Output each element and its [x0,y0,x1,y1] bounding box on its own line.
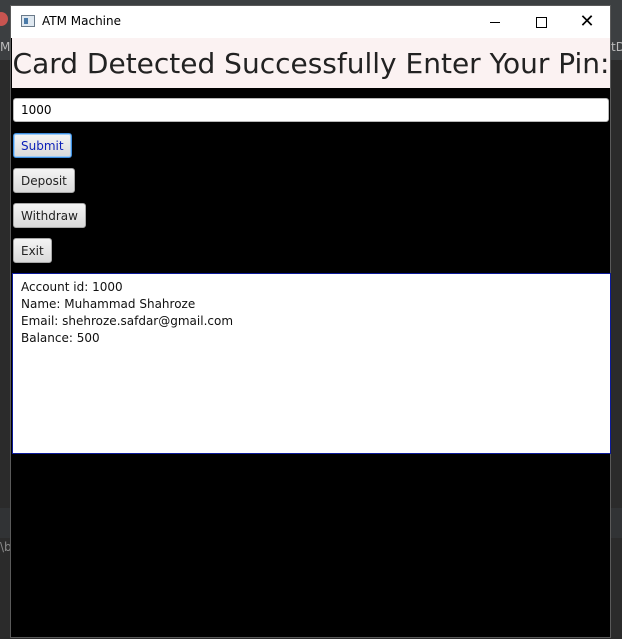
account-id-line: Account id: 1000 [21,280,123,294]
withdraw-button[interactable]: Withdraw [13,203,86,228]
atm-window: ATM Machine ✕ Card Detected Successfully… [10,5,611,638]
account-email-line: Email: shehroze.safdar@gmail.com [21,314,234,328]
deposit-button[interactable]: Deposit [13,168,75,193]
close-button[interactable]: ✕ [564,6,610,38]
minimize-button[interactable] [472,6,518,38]
app-window-icon [21,15,35,27]
window-title: ATM Machine [42,14,122,28]
minimize-icon [490,21,500,23]
close-icon: ✕ [579,11,595,32]
title-bar[interactable]: ATM Machine ✕ [11,6,610,38]
account-balance-line: Balance: 500 [21,331,100,345]
pin-input[interactable] [13,98,609,122]
exit-button[interactable]: Exit [13,238,52,263]
maximize-button[interactable] [518,6,564,38]
page-title: Card Detected Successfully Enter Your Pi… [12,46,610,80]
heading-banner: Card Detected Successfully Enter Your Pi… [12,38,610,88]
account-info-textarea[interactable]: Account id: 1000 Name: Muhammad Shahroze… [12,273,611,454]
maximize-icon [535,16,547,28]
ide-tab-fragment-right: tD [611,40,622,54]
account-name-line: Name: Muhammad Shahroze [21,297,196,311]
submit-button[interactable]: Submit [13,133,72,158]
